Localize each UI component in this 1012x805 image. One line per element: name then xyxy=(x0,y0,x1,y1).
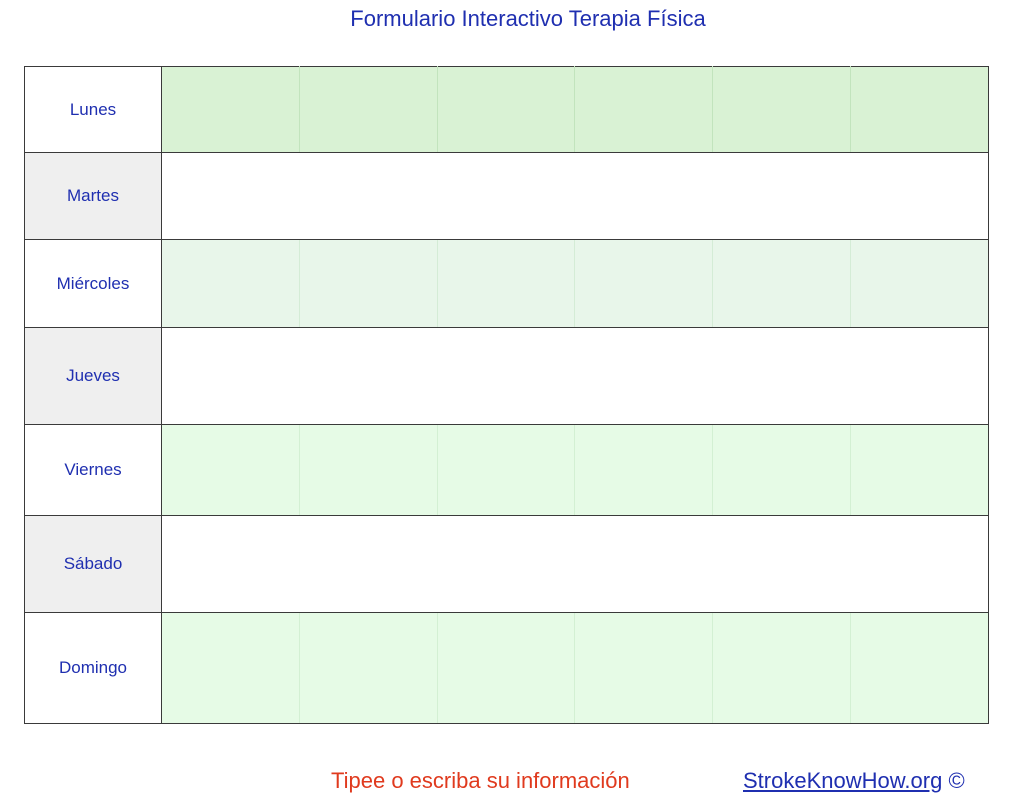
table-row-miercoles: Miércoles xyxy=(24,239,989,328)
entry-cell[interactable] xyxy=(298,327,438,425)
therapy-schedule-table: Lunes Martes Miércoles Jueves Viernes Sá… xyxy=(24,66,989,724)
table-row-lunes: Lunes xyxy=(24,66,989,153)
entry-cell[interactable] xyxy=(574,515,714,613)
day-label: Lunes xyxy=(24,66,162,153)
site-link[interactable]: StrokeKnowHow.org xyxy=(743,768,942,793)
entry-cell[interactable] xyxy=(436,612,576,724)
day-label: Sábado xyxy=(24,515,162,613)
entry-cell[interactable] xyxy=(436,152,576,240)
entry-cell[interactable] xyxy=(298,152,438,240)
entry-cell[interactable] xyxy=(298,612,438,724)
entry-cell[interactable] xyxy=(712,424,852,516)
copyright-symbol: © xyxy=(948,768,965,793)
entry-cell[interactable] xyxy=(298,424,438,516)
entry-cell[interactable] xyxy=(298,515,438,613)
entry-cell[interactable] xyxy=(574,424,714,516)
entry-cell[interactable] xyxy=(161,239,300,328)
entry-cell[interactable] xyxy=(436,66,576,153)
day-label: Martes xyxy=(24,152,162,240)
entry-cell[interactable] xyxy=(161,424,300,516)
entry-cell[interactable] xyxy=(161,612,300,724)
entry-cell[interactable] xyxy=(850,66,989,153)
entry-cell[interactable] xyxy=(161,152,300,240)
entry-cell[interactable] xyxy=(161,327,300,425)
entry-cell[interactable] xyxy=(574,612,714,724)
entry-cell[interactable] xyxy=(436,239,576,328)
entry-cell[interactable] xyxy=(574,66,714,153)
entry-cell[interactable] xyxy=(712,612,852,724)
table-row-sabado: Sábado xyxy=(24,515,989,613)
entry-cell[interactable] xyxy=(850,424,989,516)
entry-cell[interactable] xyxy=(161,66,300,153)
entry-cell[interactable] xyxy=(850,239,989,328)
entry-cell[interactable] xyxy=(574,152,714,240)
page-title: Formulario Interactivo Terapia Física xyxy=(350,6,706,31)
entry-cell[interactable] xyxy=(712,152,852,240)
table-row-jueves: Jueves xyxy=(24,327,989,425)
entry-cell[interactable] xyxy=(436,515,576,613)
table-row-viernes: Viernes xyxy=(24,424,989,516)
entry-cell[interactable] xyxy=(161,515,300,613)
entry-cell[interactable] xyxy=(850,515,989,613)
entry-cell[interactable] xyxy=(712,66,852,153)
entry-cell[interactable] xyxy=(436,424,576,516)
entry-cell[interactable] xyxy=(850,152,989,240)
entry-cell[interactable] xyxy=(298,66,438,153)
entry-cell[interactable] xyxy=(712,515,852,613)
day-label: Jueves xyxy=(24,327,162,425)
instruction-text: Tipee o escriba su información xyxy=(331,768,630,793)
footer-credit: StrokeKnowHow.org © xyxy=(743,768,965,794)
day-label: Domingo xyxy=(24,612,162,724)
entry-cell[interactable] xyxy=(850,327,989,425)
entry-cell[interactable] xyxy=(712,327,852,425)
entry-cell[interactable] xyxy=(850,612,989,724)
entry-cell[interactable] xyxy=(574,239,714,328)
entry-cell[interactable] xyxy=(574,327,714,425)
entry-cell[interactable] xyxy=(436,327,576,425)
table-row-domingo: Domingo xyxy=(24,612,989,724)
day-label: Viernes xyxy=(24,424,162,516)
table-row-martes: Martes xyxy=(24,152,989,240)
day-label: Miércoles xyxy=(24,239,162,328)
entry-cell[interactable] xyxy=(712,239,852,328)
entry-cell[interactable] xyxy=(298,239,438,328)
